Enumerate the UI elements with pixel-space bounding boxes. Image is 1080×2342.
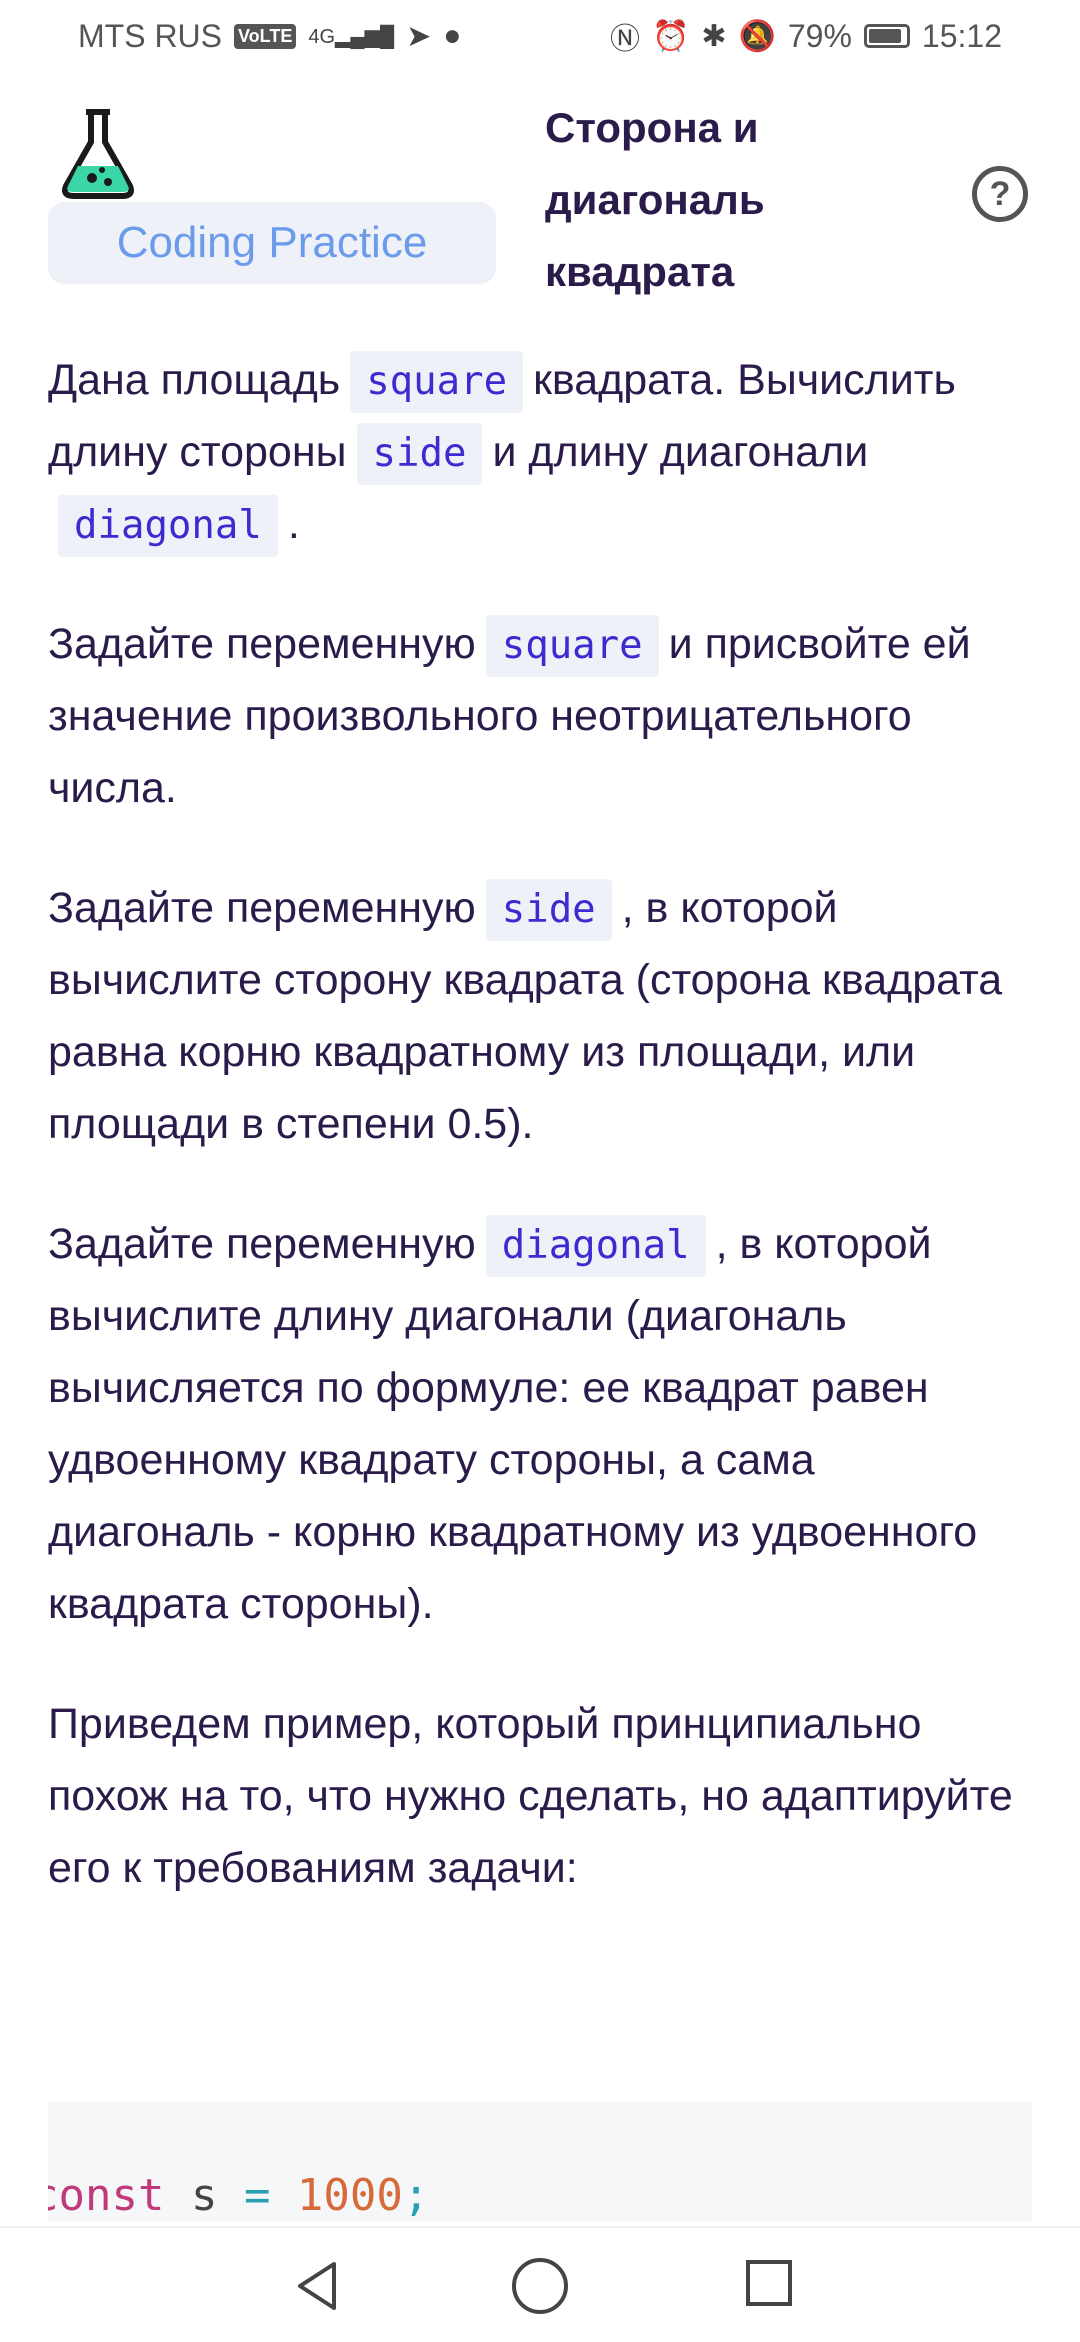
carrier-label: MTS RUS (78, 17, 222, 54)
paragraph-2: Задайте переменную square и присвойте ей з… (48, 608, 1032, 824)
recent-apps-icon[interactable] (746, 2260, 792, 2306)
text: Дана площадь (48, 356, 341, 404)
telegram-icon: ➤ (406, 19, 432, 53)
brand-badge: Coding Practice (48, 202, 496, 284)
code-number: 1000 (270, 2170, 403, 2221)
paragraph-4: Задайте переменную diagonal, в которой вы… (48, 1208, 1032, 1640)
code-semicolon: ; (402, 2170, 430, 2221)
system-nav-bar (0, 2226, 1080, 2342)
signal-icon: 4G▂▄▆█ (308, 25, 395, 48)
code-side: side (356, 423, 483, 485)
status-bar: MTS RUS VoLTE 4G▂▄▆█ ➤ ● Ⓝ ⏰ ✱ 🔕 79% 15:… (0, 0, 1080, 72)
help-button[interactable]: ? (972, 166, 1028, 222)
text: Задайте переменную (48, 884, 476, 932)
back-icon[interactable] (290, 2258, 346, 2314)
code-square: square (350, 351, 524, 413)
chat-icon: ● (443, 19, 462, 52)
paragraph-1: Дана площадь square квадрата. Вычислить дл… (48, 344, 1032, 560)
nfc-icon: Ⓝ (610, 23, 641, 56)
code-example: const s = 1000; (48, 2102, 1032, 2222)
paragraph-3: Задайте переменную side, в которой вычисл… (48, 872, 1032, 1160)
code-operator: = (243, 2170, 271, 2221)
text: Задайте переменную (48, 1220, 476, 1268)
status-right: Ⓝ ⏰ ✱ 🔕 79% 15:12 (610, 14, 1002, 58)
battery-percent: 79% (787, 17, 852, 54)
status-left: MTS RUS VoLTE 4G▂▄▆█ ➤ ● (78, 18, 461, 55)
text: . (287, 500, 300, 548)
code-line: const s = 1000; (48, 2170, 429, 2221)
code-square: square (485, 615, 659, 677)
code-side: side (485, 879, 612, 941)
mute-icon: 🔕 (738, 19, 776, 53)
task-description: Дана площадь square квадрата. Вычислить дл… (48, 344, 1032, 1952)
alarm-icon: ⏰ (652, 19, 690, 53)
code-keyword: const (48, 2170, 165, 2221)
code-diagonal: diagonal (485, 1215, 706, 1277)
page-title: Сторона и диагональ квадрата (545, 104, 765, 295)
code-diagonal: diagonal (58, 495, 278, 557)
clock: 15:12 (921, 17, 1002, 54)
volte-icon: VoLTE (234, 23, 297, 49)
battery-icon (863, 24, 910, 48)
paragraph-5: Приведем пример, который принципиально п… (48, 1700, 1013, 1892)
code-identifier: s (164, 2170, 244, 2221)
bluetooth-icon: ✱ (701, 19, 727, 53)
header: Coding Practice Сторона и диагональ квад… (0, 92, 1080, 312)
home-icon[interactable] (512, 2258, 568, 2314)
flask-logo-icon (62, 109, 134, 199)
text: и длину диагонали (492, 428, 869, 476)
text: , в которой вычислите длину диагонали (д… (48, 1220, 978, 1628)
text: Задайте переменную (48, 620, 476, 668)
